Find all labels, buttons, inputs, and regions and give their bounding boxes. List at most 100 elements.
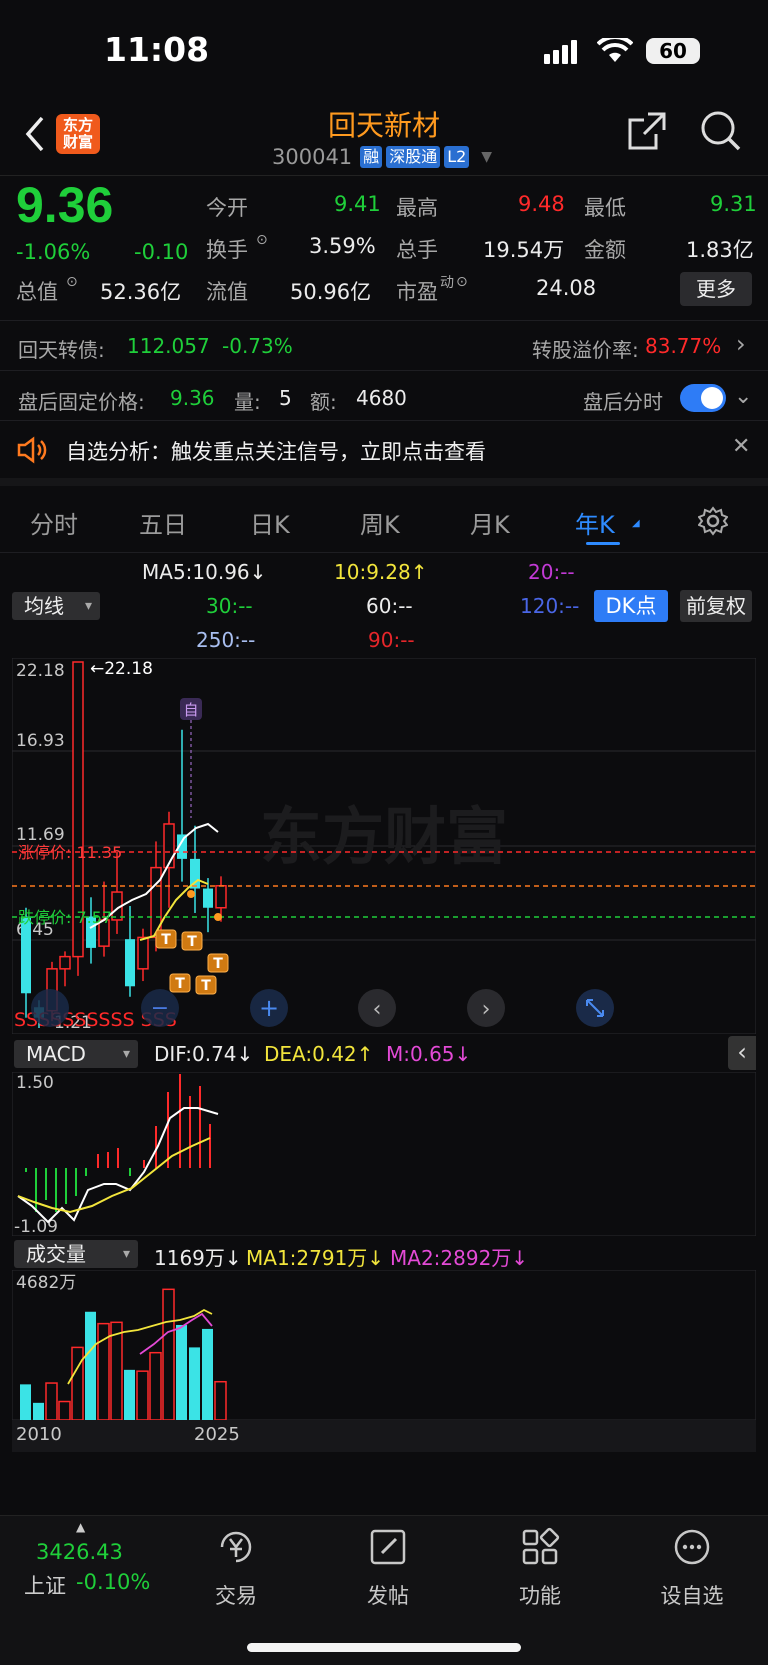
- zoom-out-icon[interactable]: [31, 989, 69, 1027]
- dk-dot: [187, 890, 195, 898]
- candle-body: [203, 888, 213, 908]
- info-icon[interactable]: ⊙: [456, 274, 468, 290]
- after-hours-vol: 5: [279, 386, 292, 410]
- change-amount: -0.10: [134, 240, 189, 264]
- low-value: 9.31: [710, 192, 757, 216]
- chevron-down-icon[interactable]: ⌄: [734, 384, 752, 409]
- nav-watchlist-label: 设自选: [660, 1584, 724, 1608]
- ma250-value: 250:--: [196, 628, 256, 652]
- more-button[interactable]: 更多: [680, 272, 752, 306]
- wifi-icon: [597, 38, 633, 62]
- index-value: 3426.43: [36, 1540, 123, 1564]
- x-axis-start: 2010: [16, 1424, 62, 1445]
- open-value: 9.41: [334, 192, 381, 216]
- connect-badge: 深股通: [386, 146, 441, 168]
- speaker-icon: [17, 436, 47, 464]
- tab-intraday[interactable]: 分时: [30, 505, 78, 540]
- candle-body: [137, 936, 149, 970]
- volume-bar: [124, 1369, 135, 1420]
- high-label: 最高: [396, 196, 438, 220]
- mktcap-value: 52.36亿: [100, 280, 182, 304]
- kline-chart[interactable]: 东方财富 22.18 16.93 11.69 6.45 1.21 涨停价: 11…: [12, 658, 756, 1034]
- convertible-price: 112.057: [127, 334, 210, 358]
- chevron-right-icon: ›: [736, 330, 746, 358]
- chevron-left-icon: ‹: [373, 997, 382, 1022]
- pe-label: 市盈: [396, 280, 438, 304]
- amount-value: 1.83亿: [686, 238, 754, 262]
- tab-week-k[interactable]: 周K: [360, 505, 400, 540]
- battery-indicator: 60: [646, 38, 700, 64]
- t-label: T: [161, 932, 171, 948]
- tab-five-day[interactable]: 五日: [139, 505, 187, 540]
- tab-day-k[interactable]: 日K: [250, 505, 290, 540]
- nav-watchlist[interactable]: 设自选: [642, 1525, 742, 1610]
- volume-top: 4682万: [16, 1273, 76, 1293]
- search-icon[interactable]: [700, 110, 742, 152]
- volume-bar: [20, 1384, 31, 1420]
- after-hours-toggle[interactable]: [680, 384, 726, 412]
- ma20-value: 20:--: [528, 560, 575, 584]
- close-icon[interactable]: ✕: [732, 434, 750, 459]
- divider: [0, 552, 768, 553]
- ma-selector[interactable]: 均线: [12, 592, 100, 620]
- more-dots-icon: [674, 1529, 710, 1565]
- yen-circle-icon: [220, 1531, 252, 1563]
- share-icon[interactable]: [626, 110, 668, 152]
- index-ticker[interactable]: ▲ 3426.43 上证 -0.10%: [20, 1520, 160, 1600]
- nav-functions[interactable]: 功能: [490, 1525, 590, 1610]
- notice-text: 自选分析：触发重点关注信号，立即点击查看: [66, 440, 486, 464]
- volume-bar: [45, 1382, 58, 1420]
- volume-bar: [189, 1347, 200, 1420]
- current-price: 9.36: [16, 177, 114, 233]
- adjust-button[interactable]: 前复权: [680, 590, 752, 622]
- divider: [0, 478, 768, 486]
- macd-chart: 1.50 -1.09: [12, 1072, 756, 1236]
- after-hours-amt-label: 额:: [310, 390, 337, 414]
- tab-year-k[interactable]: 年K: [575, 505, 615, 540]
- info-icon[interactable]: ⊙: [256, 232, 268, 248]
- open-label: 今开: [206, 196, 248, 220]
- chevron-right-icon: ›: [482, 997, 491, 1022]
- ma5-value: MA5:10.96↓: [142, 560, 267, 584]
- volume-bar: [136, 1370, 149, 1420]
- watermark: 东方财富: [260, 800, 508, 873]
- after-hours-price: 9.36: [170, 386, 215, 410]
- nav-post[interactable]: 发帖: [338, 1525, 438, 1610]
- signal-icon: [544, 40, 577, 64]
- ma60-value: 60:--: [366, 594, 413, 618]
- tab-month-k[interactable]: 月K: [470, 505, 510, 540]
- macd-top: 1.50: [16, 1073, 54, 1093]
- tab-underline: [586, 542, 620, 545]
- candle-body: [21, 916, 31, 994]
- chevron-down-icon: ▼: [481, 149, 493, 165]
- ma30-value: 30:--: [206, 594, 253, 618]
- candle-body: [163, 823, 175, 869]
- candle-body: [125, 939, 135, 987]
- collapse-panel-button[interactable]: ‹: [728, 1036, 756, 1070]
- info-icon[interactable]: ⊙: [66, 274, 78, 290]
- candle-body: [215, 885, 227, 909]
- convertible-row[interactable]: 回天转债: 112.057 -0.73% 转股溢价率: 83.77% ›: [0, 320, 768, 370]
- limit-up-label: 涨停价: 11.35: [18, 843, 122, 862]
- gear-icon[interactable]: [698, 506, 728, 536]
- dk-point-button[interactable]: DK点: [594, 590, 668, 622]
- macd-selector[interactable]: MACD: [14, 1040, 138, 1068]
- macd-dif: DIF:0.74↓: [154, 1042, 254, 1066]
- dk-dot: [214, 913, 222, 921]
- volume-bar: [202, 1328, 213, 1420]
- status-time: 11:08: [104, 30, 210, 69]
- turnover-label: 换手: [206, 238, 248, 262]
- macd-dea: DEA:0.42↑: [264, 1042, 374, 1066]
- nav-trade[interactable]: 交易: [186, 1525, 286, 1610]
- volume-bar: [214, 1380, 227, 1420]
- stock-code-row[interactable]: 300041 融 深股通 L2 ▼: [272, 144, 492, 170]
- after-hours-row: 盘后固定价格: 9.36 量: 5 额: 4680 盘后分时: [0, 370, 768, 420]
- volume-value: 1169万↓: [154, 1246, 242, 1270]
- volume-ma2: MA2:2892万↓: [390, 1246, 529, 1270]
- volume-chart: 4682万: [12, 1270, 756, 1420]
- x-axis-end: 2025: [194, 1424, 240, 1445]
- notice-bar[interactable]: 自选分析：触发重点关注信号，立即点击查看 ✕: [0, 420, 768, 478]
- volume-selector[interactable]: 成交量: [14, 1240, 138, 1268]
- corner-triangle-icon: ◢: [632, 518, 640, 529]
- y-axis-3: 11.69: [16, 825, 65, 845]
